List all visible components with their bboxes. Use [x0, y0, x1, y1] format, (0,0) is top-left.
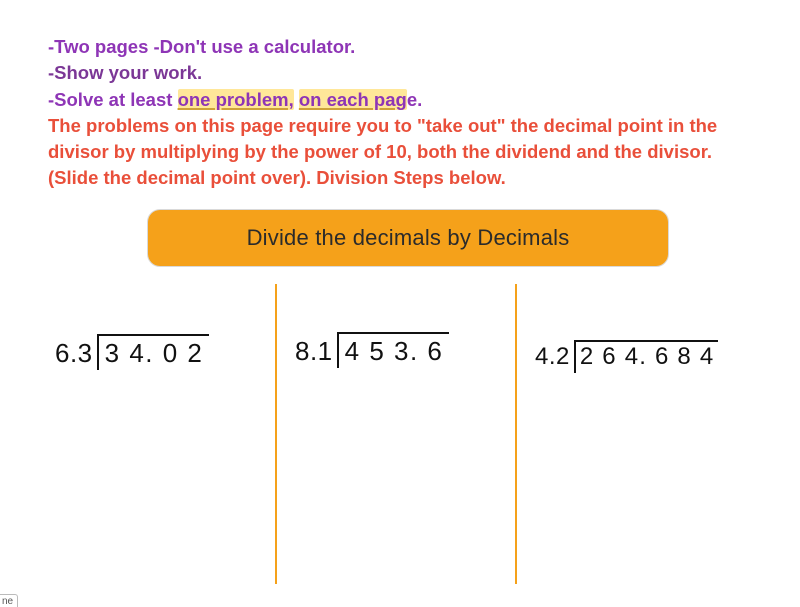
instruction-line-2: -Show your work. — [48, 62, 202, 83]
problems-area: 6.33 4. 0 2 8.14 5 3. 6 4.22 6 4. 6 8 4 — [0, 284, 800, 604]
dividend-1: 3 4. 0 2 — [105, 338, 204, 368]
section-title-text: Divide the decimals by Decimals — [247, 225, 570, 251]
division-problem-3: 4.22 6 4. 6 8 4 — [535, 340, 718, 373]
corner-tab: ne — [0, 594, 18, 607]
instruction-highlight-1: one problem, — [178, 89, 294, 110]
instruction-line-1: -Two pages -Don't use a calculator. — [48, 36, 355, 57]
divisor-2: 8.1 — [295, 338, 339, 364]
divisor-1: 6.3 — [55, 340, 99, 366]
instruction-line-3-pre: -Solve at least — [48, 89, 178, 110]
section-title-bar: Divide the decimals by Decimals — [148, 210, 668, 266]
long-division-bracket-2: 4 5 3. 6 — [339, 332, 450, 368]
long-division-bracket-3: 2 6 4. 6 8 4 — [576, 340, 719, 373]
dividend-2: 4 5 3. 6 — [345, 336, 444, 366]
divisor-3: 4.2 — [535, 345, 576, 369]
instruction-line-3-post: e. — [407, 89, 422, 110]
instruction-red-block: The problems on this page require you to… — [48, 115, 717, 189]
dividend-3: 2 6 4. 6 8 4 — [580, 343, 715, 370]
instruction-highlight-2: on each pag — [299, 89, 407, 110]
long-division-bracket-1: 3 4. 0 2 — [99, 334, 210, 370]
column-divider-1 — [275, 284, 277, 584]
worksheet-page: -Two pages -Don't use a calculator. -Sho… — [0, 0, 800, 607]
column-divider-2 — [515, 284, 517, 584]
instructions-block: -Two pages -Don't use a calculator. -Sho… — [48, 34, 758, 192]
division-problem-2: 8.14 5 3. 6 — [295, 332, 449, 368]
division-problem-1: 6.33 4. 0 2 — [55, 334, 209, 370]
